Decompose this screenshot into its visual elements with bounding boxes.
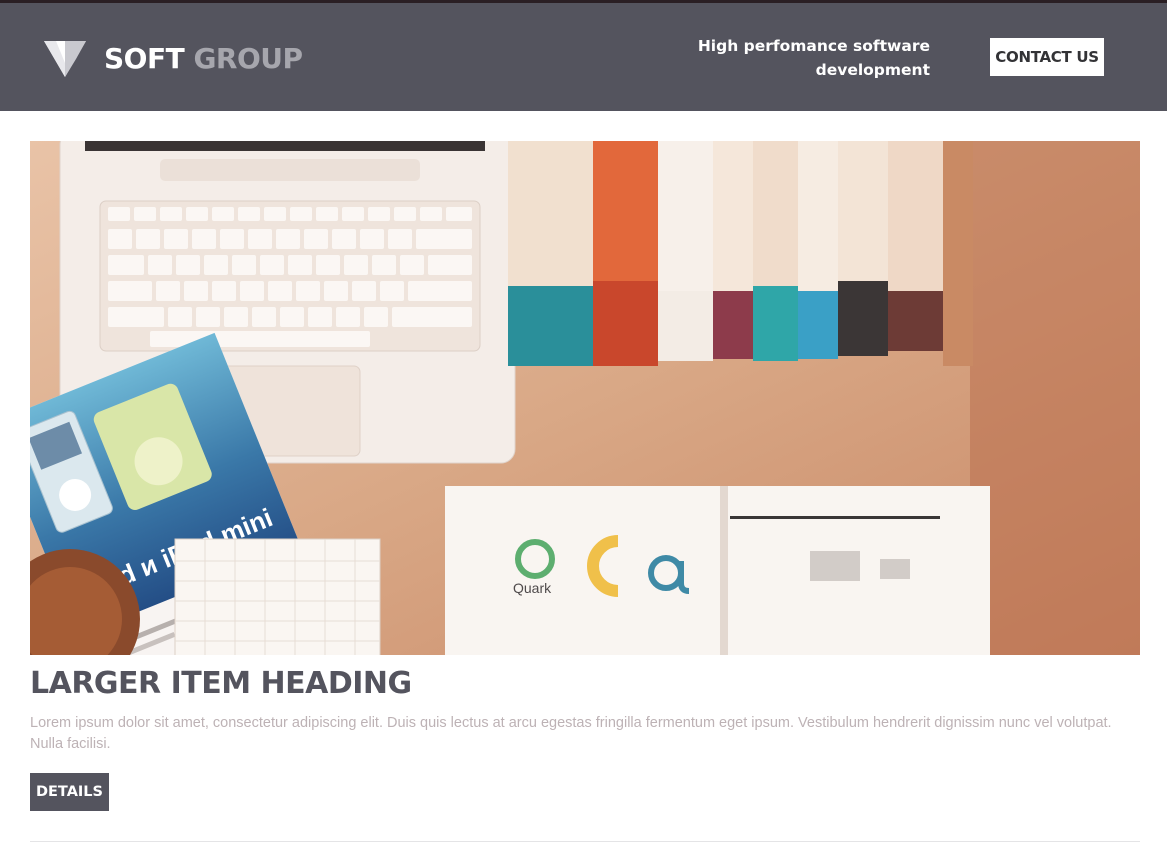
item-description: Lorem ipsum dolor sit amet, consectetur …: [30, 715, 1112, 752]
contact-us-button[interactable]: CONTACT US: [990, 38, 1104, 76]
header-tagline: High perfomance software development: [697, 37, 930, 79]
logo-word-soft: SOFT: [104, 42, 185, 75]
logo-word-group: GROUP: [193, 42, 303, 75]
item-heading: LARGER ITEM HEADING: [30, 666, 412, 701]
item-divider: [30, 841, 1140, 842]
logo-wordmark[interactable]: SOFT GROUP: [104, 41, 303, 77]
desk-photo-illustration: iPod и iPod mini: [30, 141, 1140, 655]
site-header: SOFT GROUP High perfomance software deve…: [0, 3, 1167, 111]
details-button[interactable]: DETAILS: [30, 773, 109, 811]
quark-logo-text: Quark: [513, 580, 552, 596]
triangle-logo-icon[interactable]: [44, 41, 86, 77]
hero-image: iPod и iPod mini: [30, 141, 1140, 655]
